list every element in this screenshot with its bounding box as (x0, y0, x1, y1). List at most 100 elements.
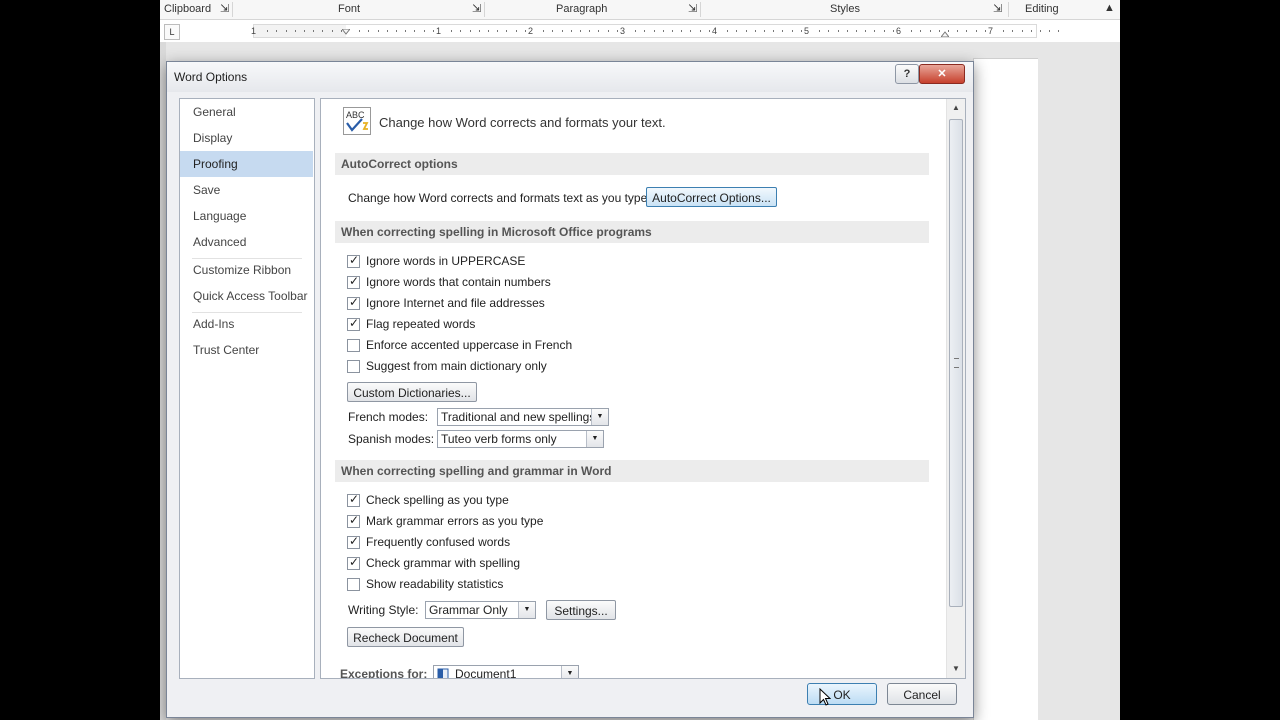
paragraph-launcher-icon[interactable]: ⇲ (688, 0, 697, 19)
ruler-tick (727, 30, 729, 32)
spanish-modes-label: Spanish modes: (348, 432, 435, 446)
label-enforce-french[interactable]: Enforce accented uppercase in French (366, 338, 572, 352)
ruler-tick (589, 30, 591, 32)
chevron-down-icon[interactable]: ▼ (561, 666, 578, 678)
scrollbar-thumb[interactable] (949, 119, 963, 607)
label-ignore-numbers[interactable]: Ignore words that contain numbers (366, 275, 551, 289)
recheck-document-button[interactable]: Recheck Document (347, 627, 464, 647)
help-button[interactable]: ? (895, 64, 919, 84)
font-launcher-icon[interactable]: ⇲ (472, 0, 481, 19)
ruler-tick (276, 30, 278, 32)
scroll-up-icon[interactable]: ▲ (952, 103, 960, 112)
chevron-down-icon[interactable]: ▼ (518, 602, 535, 618)
french-modes-select[interactable]: Traditional and new spellings ▼ (437, 408, 609, 426)
custom-dictionaries-button[interactable]: Custom Dictionaries... (347, 382, 477, 402)
checkbox-flag-repeated[interactable]: ✓ (347, 316, 360, 331)
label-check-spelling[interactable]: Check spelling as you type (366, 493, 509, 507)
checkbox-ignore-numbers[interactable]: ✓ (347, 274, 360, 289)
ribbon-separator (232, 2, 233, 17)
ruler-tick (856, 30, 857, 32)
ruler-tick (948, 30, 949, 32)
nav-item-customize-ribbon[interactable]: Customize Ribbon (180, 257, 313, 283)
cancel-button[interactable]: Cancel (887, 683, 957, 705)
document-page[interactable] (973, 58, 1038, 720)
ruler-tick (460, 30, 462, 32)
dialog-titlebar[interactable]: Word Options ? ✕ (167, 62, 973, 92)
label-main-dictionary[interactable]: Suggest from main dictionary only (366, 359, 547, 373)
ribbon-separator (700, 2, 701, 17)
checkbox-ignore-uppercase[interactable]: ✓ (347, 253, 360, 268)
checkbox-grammar-with-spelling[interactable]: ✓ (347, 555, 360, 570)
ruler-tick (543, 30, 545, 32)
nav-item-language[interactable]: Language (180, 203, 313, 229)
label-ignore-uppercase[interactable]: Ignore words in UPPERCASE (366, 254, 525, 268)
ruler-tick (616, 30, 618, 32)
abc-icon-text: ABC (346, 110, 365, 120)
exceptions-select[interactable]: Document1 ▼ (433, 665, 579, 679)
checkbox-mark-grammar[interactable]: ✓ (347, 513, 360, 528)
checkbox-confused-words[interactable]: ✓ (347, 534, 360, 549)
ribbon-separator (484, 2, 485, 17)
ribbon-group-label: Paragraph (556, 3, 608, 15)
nav-item-save[interactable]: Save (180, 177, 313, 203)
checkbox-check-spelling[interactable]: ✓ (347, 492, 360, 507)
ruler-tick (865, 30, 867, 32)
nav-item-display[interactable]: Display (180, 125, 313, 151)
close-button[interactable]: ✕ (919, 64, 965, 84)
writing-style-label: Writing Style: (348, 603, 419, 617)
writing-style-value: Grammar Only (429, 603, 508, 617)
checkbox-readability[interactable] (347, 578, 360, 591)
autocorrect-options-button[interactable]: AutoCorrect Options... (646, 187, 777, 207)
ruler-tick (506, 30, 508, 32)
collapse-ribbon-icon[interactable]: ▲ (1104, 0, 1115, 18)
checkbox-main-dictionary[interactable] (347, 360, 360, 373)
ribbon-group-label: Clipboard (164, 3, 212, 15)
ruler-strip[interactable]: 1 1 2 3 4 5 6 7 (251, 24, 1060, 38)
nav-item-quick-access-toolbar[interactable]: Quick Access Toolbar (180, 283, 313, 309)
ruler-tick (469, 30, 471, 32)
nav-item-add-ins[interactable]: Add-Ins (180, 311, 313, 337)
nav-item-proofing[interactable]: Proofing (180, 151, 313, 177)
ruler-tick (920, 30, 922, 32)
nav-item-advanced[interactable]: Advanced (180, 229, 313, 255)
writing-style-select[interactable]: Grammar Only ▼ (425, 601, 536, 619)
ruler-tick (883, 30, 885, 32)
label-flag-repeated[interactable]: Flag repeated words (366, 317, 475, 331)
ruler-tick (690, 30, 692, 32)
checkbox-ignore-internet[interactable]: ✓ (347, 295, 360, 310)
label-ignore-internet[interactable]: Ignore Internet and file addresses (366, 296, 545, 310)
label-grammar-with-spelling[interactable]: Check grammar with spelling (366, 556, 520, 570)
panel-scrollbar[interactable]: ▲ ▼ (946, 99, 965, 678)
ok-button[interactable]: OK (807, 683, 877, 705)
document-icon (437, 668, 449, 678)
label-readability[interactable]: Show readability statistics (366, 577, 503, 591)
tab-selector-icon[interactable]: L (164, 24, 180, 40)
ruler-tick (405, 30, 407, 32)
ruler-tick (552, 30, 554, 32)
proofing-panel: ABC Change how Word corrects and formats… (320, 98, 966, 679)
ruler-tick (423, 30, 425, 32)
check-mark-icon: ✓ (349, 555, 360, 569)
nav-item-trust-center[interactable]: Trust Center (180, 337, 313, 363)
nav-item-general[interactable]: General (180, 99, 313, 125)
horizontal-ruler[interactable]: L 1 1 2 3 4 5 6 7 (160, 20, 1120, 42)
ruler-tick (791, 30, 793, 32)
label-confused-words[interactable]: Frequently confused words (366, 535, 510, 549)
styles-launcher-icon[interactable]: ⇲ (993, 0, 1002, 19)
grammar-settings-button[interactable]: Settings... (546, 600, 616, 620)
ribbon-group-editing: Editing (1025, 0, 1059, 19)
ruler-tick (267, 30, 269, 32)
ruler-tick (699, 30, 701, 32)
spanish-modes-select[interactable]: Tuteo verb forms only ▼ (437, 430, 604, 448)
label-mark-grammar[interactable]: Mark grammar errors as you type (366, 514, 543, 528)
checkbox-enforce-french[interactable] (347, 339, 360, 352)
word-options-dialog: Word Options ? ✕ General Display Proofin… (166, 61, 974, 718)
exceptions-value: Document1 (455, 667, 517, 679)
ruler-tick (745, 30, 747, 32)
clipboard-launcher-icon[interactable]: ⇲ (220, 0, 229, 19)
first-line-indent-icon[interactable] (342, 29, 350, 37)
ruler-tick (331, 30, 333, 32)
chevron-down-icon[interactable]: ▼ (586, 431, 603, 447)
chevron-down-icon[interactable]: ▼ (591, 409, 608, 425)
scroll-down-icon[interactable]: ▼ (952, 664, 960, 673)
